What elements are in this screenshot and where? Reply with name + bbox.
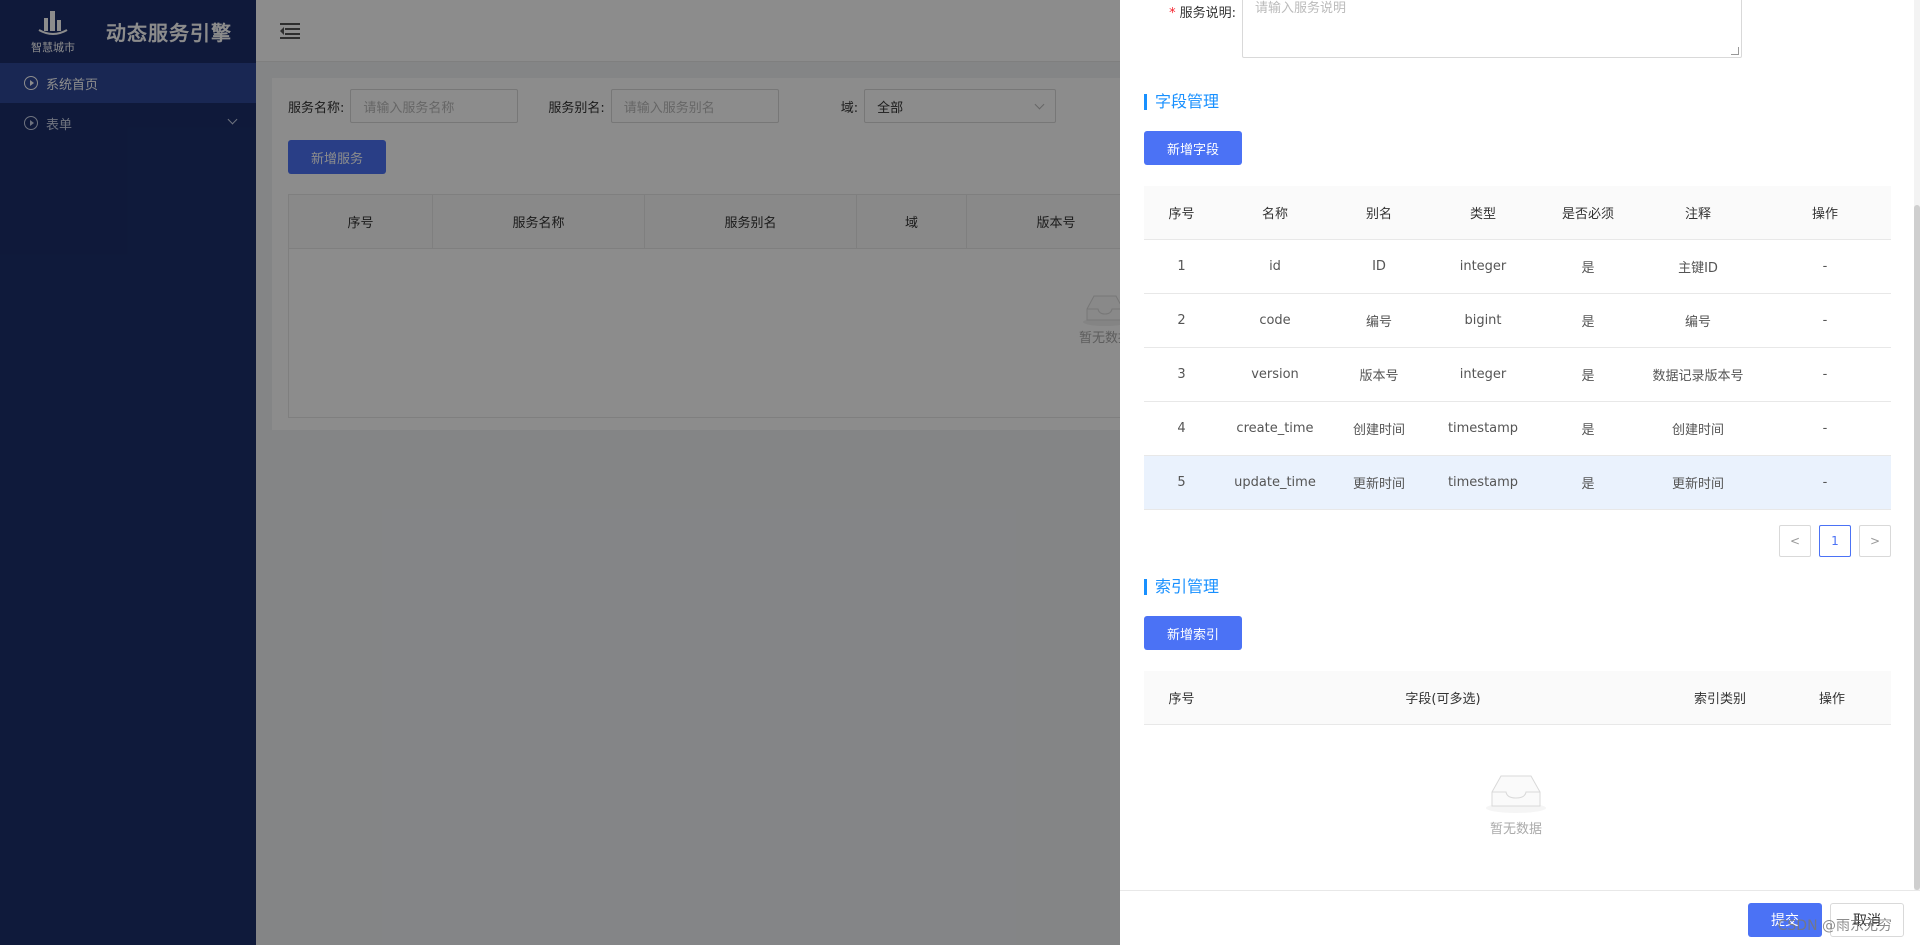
table-cell: bigint: [1464, 313, 1502, 328]
table-cell: 编号: [1365, 315, 1392, 330]
column-header: 别名: [1365, 207, 1392, 222]
table-cell: 1: [1177, 259, 1186, 274]
column-header: 注释: [1684, 207, 1711, 222]
index-section-title: 索引管理: [1144, 579, 1219, 595]
column-header: 类型: [1469, 207, 1496, 222]
table-cell: 更新时间: [1352, 477, 1405, 492]
table-cell: 数据记录版本号: [1652, 369, 1744, 384]
description-placeholder: 请输入服务说明: [1255, 1, 1347, 16]
scrollbar-thumb[interactable]: [1914, 205, 1920, 890]
field-table-header: 序号 名称 别名 类型 是否必须 注释 操作: [1144, 186, 1891, 240]
column-header: 索引类别: [1693, 692, 1746, 707]
column-header: 名称: [1261, 207, 1288, 222]
table-row[interactable]: 2 code 编号 bigint 是 编号 -: [1144, 294, 1891, 348]
table-cell: 是: [1581, 315, 1595, 330]
resize-handle-icon[interactable]: [1731, 47, 1739, 55]
inbox-icon: [1486, 775, 1546, 813]
table-cell: id: [1269, 259, 1281, 274]
table-cell: 3: [1177, 367, 1186, 382]
table-cell: 创建时间: [1671, 423, 1724, 438]
pagination: < 1 >: [1771, 525, 1891, 557]
add-index-button[interactable]: 新增索引: [1144, 616, 1242, 650]
table-cell: 更新时间: [1671, 477, 1724, 492]
table-cell: 是: [1581, 261, 1595, 276]
index-table: 序号 字段(可多选) 索引类别 操作: [1144, 671, 1891, 725]
table-cell: version: [1251, 367, 1299, 382]
table-row[interactable]: 3 version 版本号 integer 是 数据记录版本号 -: [1144, 348, 1891, 402]
field-section-title: 字段管理: [1144, 94, 1219, 110]
field-table: 序号 名称 别名 类型 是否必须 注释 操作 1 id ID integer 是…: [1144, 186, 1891, 510]
table-cell: code: [1259, 313, 1291, 328]
description-textarea[interactable]: 请输入服务说明: [1242, 0, 1742, 58]
add-field-button[interactable]: 新增字段: [1144, 131, 1242, 165]
table-cell: 编号: [1684, 315, 1711, 330]
drawer-scrollbar[interactable]: [1914, 0, 1920, 890]
table-row[interactable]: 1 id ID integer 是 主键ID -: [1144, 240, 1891, 294]
page-1-button[interactable]: 1: [1819, 525, 1851, 557]
table-cell: timestamp: [1447, 421, 1519, 436]
column-header: 序号: [1168, 692, 1195, 707]
index-table-header: 序号 字段(可多选) 索引类别 操作: [1144, 671, 1891, 725]
table-cell: 版本号: [1359, 369, 1399, 384]
column-header: 字段(可多选): [1405, 692, 1481, 707]
table-cell: -: [1822, 475, 1828, 490]
empty-text: 暂无数据: [1489, 822, 1542, 837]
next-page-button[interactable]: >: [1859, 525, 1891, 557]
table-cell: create_time: [1236, 421, 1314, 436]
table-cell: 是: [1581, 423, 1595, 438]
table-cell: 主键ID: [1678, 261, 1718, 276]
column-header: 操作: [1811, 207, 1838, 222]
table-cell: update_time: [1234, 475, 1316, 490]
table-cell: 5: [1177, 475, 1186, 490]
table-cell: timestamp: [1447, 475, 1519, 490]
table-cell: 是: [1581, 477, 1595, 492]
service-drawer: * 服务说明: 请输入服务说明 字段管理 新增字段 序号 名称 别名 类型 是否必…: [1120, 0, 1920, 945]
table-cell: 创建时间: [1352, 423, 1405, 438]
prev-page-button[interactable]: <: [1779, 525, 1811, 557]
index-empty-state: 暂无数据: [1484, 770, 1548, 837]
table-cell: integer: [1459, 259, 1507, 274]
table-cell: 是: [1581, 369, 1595, 384]
column-header: 操作: [1818, 692, 1845, 707]
table-cell: 4: [1177, 421, 1186, 436]
table-cell: -: [1822, 421, 1828, 436]
table-cell: ID: [1372, 259, 1386, 274]
column-header: 是否必须: [1561, 207, 1614, 222]
table-cell: 2: [1177, 313, 1186, 328]
table-row[interactable]: 5 update_time 更新时间 timestamp 是 更新时间 -: [1144, 456, 1891, 510]
table-cell: -: [1822, 313, 1828, 328]
table-cell: integer: [1459, 367, 1507, 382]
table-cell: -: [1822, 259, 1828, 274]
watermark: CSDN @雨东无穷: [1777, 918, 1892, 934]
description-row: * 服务说明: 请输入服务说明: [1156, 0, 1742, 58]
table-row[interactable]: 4 create_time 创建时间 timestamp 是 创建时间 -: [1144, 402, 1891, 456]
description-label: * 服务说明:: [1169, 6, 1236, 21]
table-cell: -: [1822, 367, 1828, 382]
column-header: 序号: [1168, 207, 1195, 222]
